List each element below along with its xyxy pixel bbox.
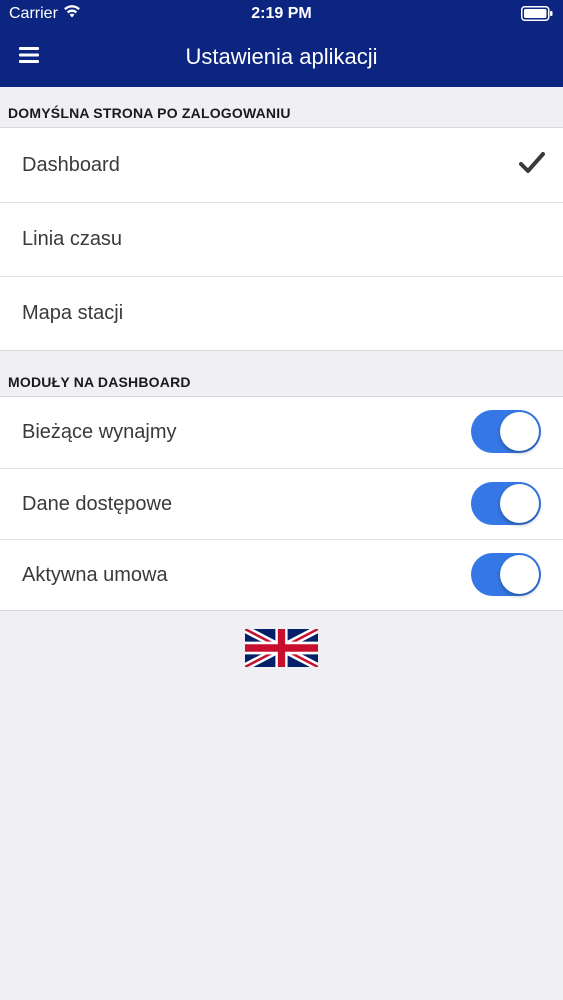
active-contract-toggle[interactable] (471, 553, 541, 596)
dashboard-modules: Bieżące wynajmy Dane dostępowe Aktywna u… (0, 396, 563, 611)
default-page-section-header: DOMYŚLNA STRONA PO ZALOGOWANIU (8, 105, 291, 121)
module-label: Bieżące wynajmy (22, 421, 177, 443)
option-label: Mapa stacji (22, 302, 124, 324)
option-label: Dashboard (22, 153, 120, 176)
status-bar: Carrier 2:19 PM (0, 0, 563, 28)
module-label: Aktywna umowa (22, 563, 168, 586)
module-access-data: Dane dostępowe (0, 468, 563, 539)
navigation-bar: Ustawienia aplikacji (0, 28, 563, 87)
option-label: Linia czasu (22, 228, 123, 250)
default-page-options: Dashboard Linia czasu Mapa stacji (0, 127, 563, 351)
modules-section-header: MODUŁY NA DASHBOARD (8, 374, 191, 390)
module-current-rentals: Bieżące wynajmy (0, 397, 563, 468)
toggle-knob (500, 412, 539, 451)
module-active-contract: Aktywna umowa (0, 539, 563, 610)
toggle-knob (500, 484, 539, 523)
uk-flag-icon (245, 629, 318, 671)
page-title: Ustawienia aplikacji (185, 44, 378, 69)
toggle-knob (500, 555, 539, 594)
option-dashboard[interactable]: Dashboard (0, 128, 563, 202)
checkmark-icon (519, 152, 545, 180)
module-label: Dane dostępowe (22, 492, 173, 515)
language-switch-button[interactable] (245, 629, 318, 667)
option-station-map[interactable]: Mapa stacji (0, 276, 563, 350)
battery-icon (521, 6, 553, 26)
clock: 2:19 PM (251, 5, 312, 22)
access-data-toggle[interactable] (471, 482, 541, 525)
option-timeline[interactable]: Linia czasu (0, 202, 563, 276)
current-rentals-toggle[interactable] (471, 410, 541, 453)
